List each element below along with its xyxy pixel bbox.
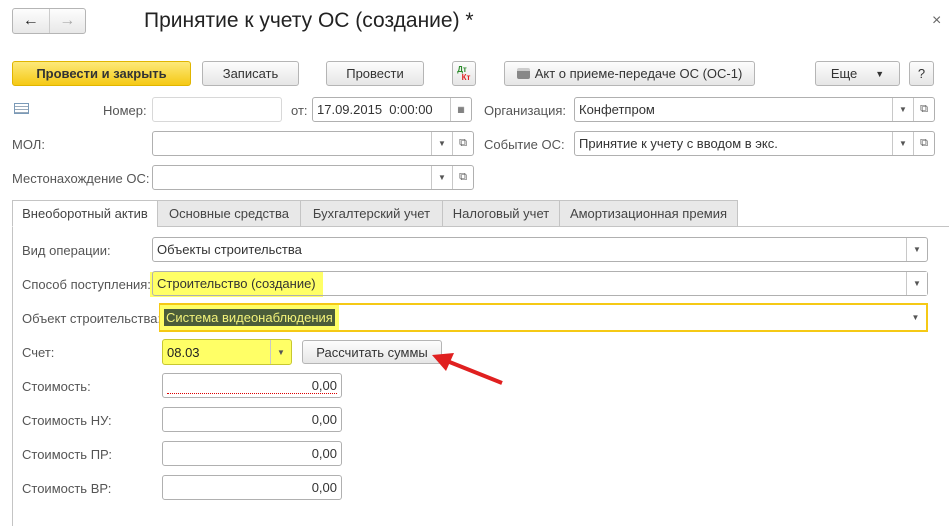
cost-pr-input[interactable]: 0,00 <box>162 441 342 466</box>
event-field[interactable]: Принятие к учету с вводом в экс. ▼ ⧉ <box>574 131 935 156</box>
tab-noncurrent-asset[interactable]: Внеоборотный актив <box>12 200 158 227</box>
object-label: Объект строительства: <box>22 311 162 326</box>
save-button[interactable]: Записать <box>202 61 299 86</box>
cost-vr-input[interactable]: 0,00 <box>162 475 342 500</box>
operation-value: Объекты строительства <box>157 242 302 257</box>
document-icon <box>14 103 29 114</box>
org-label: Организация: <box>484 103 567 118</box>
event-label: Событие ОС: <box>484 137 565 152</box>
cost-label: Стоимость: <box>22 379 91 394</box>
chevron-down-icon[interactable]: ▼ <box>905 305 926 330</box>
tab-fixed-assets[interactable]: Основные средства <box>157 200 301 227</box>
chevron-down-icon[interactable]: ▼ <box>431 132 452 155</box>
operation-label: Вид операции: <box>22 243 111 258</box>
tab-accounting[interactable]: Бухгалтерский учет <box>300 200 443 227</box>
act-label: Акт о приеме-передаче ОС (ОС-1) <box>534 66 743 81</box>
chevron-down-icon[interactable]: ▼ <box>270 340 291 364</box>
cost-vr-label: Стоимость ВР: <box>22 481 112 496</box>
chevron-down-icon[interactable]: ▼ <box>431 166 452 189</box>
printer-icon <box>516 68 530 79</box>
tab-depreciation-bonus[interactable]: Амортизационная премия <box>559 200 738 227</box>
mol-label: МОЛ: <box>12 137 45 152</box>
cost-nu-label: Стоимость НУ: <box>22 413 112 428</box>
method-value: Строительство (создание) <box>157 276 316 291</box>
open-icon[interactable]: ⧉ <box>913 98 934 121</box>
account-value: 08.03 <box>167 344 200 360</box>
cost-nu-input[interactable]: 0,00 <box>162 407 342 432</box>
nav-buttons: ← → <box>12 8 86 34</box>
kt-icon: Кт <box>461 72 471 82</box>
location-field[interactable]: ▼ ⧉ <box>152 165 474 190</box>
post-and-close-button[interactable]: Провести и закрыть <box>12 61 191 86</box>
date-value: 17.09.2015 0:00:00 <box>317 102 433 117</box>
help-button[interactable]: ? <box>909 61 934 86</box>
dt-kt-button[interactable]: Дт Кт <box>452 61 476 86</box>
account-label: Счет: <box>22 345 55 360</box>
tab-tax[interactable]: Налоговый учет <box>442 200 560 227</box>
cost-pr-label: Стоимость ПР: <box>22 447 113 462</box>
number-label: Номер: <box>103 103 147 118</box>
post-button[interactable]: Провести <box>326 61 424 86</box>
method-label: Способ поступления: <box>22 277 151 292</box>
open-icon[interactable]: ⧉ <box>452 166 473 189</box>
page-title: Принятие к учету ОС (создание) * <box>144 9 474 32</box>
act-os1-button[interactable]: Акт о приеме-передаче ОС (ОС-1) <box>504 61 755 86</box>
open-icon[interactable]: ⧉ <box>452 132 473 155</box>
object-field[interactable]: Система видеонаблюдения ▼ <box>159 303 928 332</box>
required-underline <box>167 393 337 394</box>
back-button[interactable]: ← <box>13 9 50 33</box>
chevron-down-icon: ▼ <box>875 68 885 79</box>
event-value: Принятие к учету с вводом в экс. <box>579 136 778 151</box>
org-field[interactable]: Конфетпром ▼ ⧉ <box>574 97 935 122</box>
chevron-down-icon[interactable]: ▼ <box>892 98 913 121</box>
more-label: Еще <box>830 66 858 81</box>
red-arrow-annotation <box>432 353 503 385</box>
location-label: Местонахождение ОС: <box>12 171 150 186</box>
forward-button[interactable]: → <box>50 9 86 33</box>
number-input[interactable] <box>152 97 282 122</box>
object-value: Система видеонаблюдения <box>164 309 335 326</box>
chevron-down-icon[interactable]: ▼ <box>906 238 927 261</box>
chevron-down-icon[interactable]: ▼ <box>892 132 913 155</box>
date-label: от: <box>291 103 308 118</box>
operation-field[interactable]: Объекты строительства ▼ <box>152 237 928 262</box>
more-button[interactable]: Еще ▼ <box>815 61 900 86</box>
open-icon[interactable]: ⧉ <box>913 132 934 155</box>
cost-value: 0,00 <box>311 378 337 393</box>
cost-input[interactable]: 0,00 <box>162 373 342 398</box>
close-icon[interactable]: × <box>932 12 941 30</box>
mol-field[interactable]: ▼ ⧉ <box>152 131 474 156</box>
org-value: Конфетпром <box>579 102 655 117</box>
method-field[interactable]: Строительство (создание) ▼ <box>152 271 928 296</box>
date-input[interactable]: 17.09.2015 0:00:00 ▦ <box>312 97 472 122</box>
account-field[interactable]: 08.03 ▼ <box>162 339 292 365</box>
chevron-down-icon[interactable]: ▼ <box>906 272 927 295</box>
calendar-icon[interactable]: ▦ <box>450 98 471 121</box>
